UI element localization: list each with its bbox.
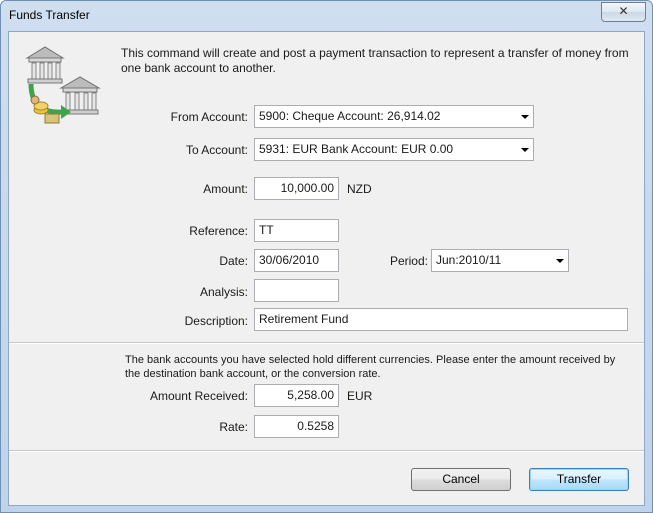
analysis-input[interactable] <box>254 279 339 302</box>
to-account-value: 5931: EUR Bank Account: EUR 0.00 <box>259 142 454 156</box>
window-title: Funds Transfer <box>9 8 90 22</box>
date-input[interactable]: 30/06/2010 <box>254 249 339 272</box>
amount-received-input[interactable]: 5,258.00 <box>254 384 339 407</box>
amount-received-label: Amount Received: <box>149 389 248 403</box>
bank-transfer-icon <box>23 44 101 126</box>
transfer-button[interactable]: Transfer <box>529 468 629 491</box>
reference-label: Reference: <box>189 224 248 238</box>
from-account-value: 5900: Cheque Account: 26,914.02 <box>259 109 441 123</box>
description-label: Description: <box>184 314 248 328</box>
chevron-down-icon <box>521 115 529 119</box>
period-value: Jun:2010/11 <box>436 253 502 267</box>
close-button[interactable]: ✕ <box>601 2 646 22</box>
title-bar[interactable]: Funds Transfer ✕ <box>1 1 652 31</box>
cancel-button[interactable]: Cancel <box>411 468 511 491</box>
reference-input[interactable]: TT <box>254 219 339 242</box>
to-account-select[interactable]: 5931: EUR Bank Account: EUR 0.00 <box>254 138 534 161</box>
chevron-down-icon <box>521 148 529 152</box>
period-select[interactable]: Jun:2010/11 <box>431 249 569 272</box>
rate-input[interactable]: 0.5258 <box>254 415 339 438</box>
amount-input[interactable]: 10,000.00 <box>254 177 339 200</box>
amount-label: Amount: <box>203 182 248 196</box>
currency-note: The bank accounts you have selected hold… <box>125 354 616 380</box>
to-account-label: To Account: <box>185 143 248 157</box>
from-account-select[interactable]: 5900: Cheque Account: 26,914.02 <box>254 105 534 128</box>
from-account-label: From Account: <box>170 110 248 124</box>
funds-transfer-window: Funds Transfer ✕ This command will creat… <box>0 0 653 513</box>
section-divider <box>9 342 644 344</box>
chevron-down-icon <box>556 259 564 263</box>
rate-label: Rate: <box>219 420 248 434</box>
period-label: Period: <box>389 254 428 268</box>
amount-received-currency: EUR <box>347 389 373 403</box>
date-label: Date: <box>219 254 248 268</box>
amount-currency: NZD <box>347 182 372 196</box>
footer-divider <box>9 450 644 452</box>
analysis-label: Analysis: <box>199 285 248 299</box>
intro-text: This command will create and post a paym… <box>121 46 629 75</box>
description-input[interactable]: Retirement Fund <box>254 308 628 331</box>
dialog-body: This command will create and post a paym… <box>8 31 645 506</box>
close-icon: ✕ <box>618 4 629 18</box>
